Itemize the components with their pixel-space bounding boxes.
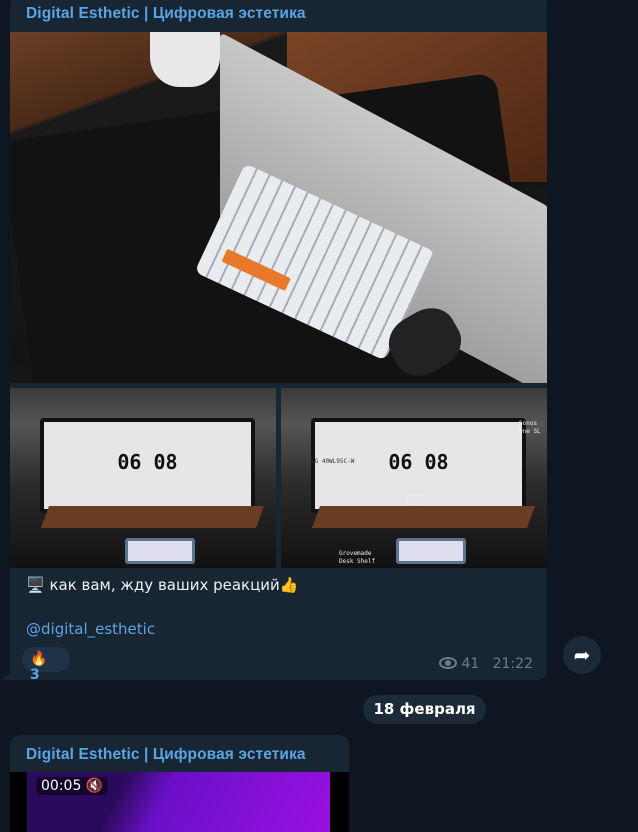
label-soundbar: Sonos Beam (407, 492, 426, 507)
eye-icon (439, 657, 458, 669)
label-shelf: Grovemade Desk Shelf (339, 550, 376, 565)
photo-keyboard[interactable] (10, 32, 547, 383)
share-button[interactable]: ➦ (563, 636, 601, 674)
message-caption: 🖥️ как вам, жду ваших реакций👍 (26, 576, 299, 594)
video-frame: 00:05 🔇 (27, 772, 330, 832)
reaction-count: 3 (30, 667, 40, 683)
video-duration: 00:05 🔇 (36, 777, 109, 795)
keyboard (396, 538, 466, 564)
video-player[interactable]: 00:05 🔇 (10, 772, 349, 832)
monitor: 06 08 (40, 418, 255, 513)
reaction-fire[interactable]: 🔥 3 (22, 647, 70, 683)
channel-title[interactable]: Digital Esthetic | Цифровая эстетика (26, 5, 306, 23)
message-bubble: Digital Esthetic | Цифровая эстетика 00:… (10, 735, 349, 832)
shelf (311, 506, 536, 528)
date-separator: 18 февраля (363, 695, 486, 724)
clock-text: 06 08 (117, 450, 178, 474)
photo-desk-setup-labeled[interactable]: 06 08 LG 40WL95C-W Sonos One SL Sonos Be… (281, 388, 547, 568)
shelf (40, 506, 265, 528)
label-speaker: Sonos One SL (519, 420, 541, 435)
label-monitor: LG 40WL95C-W (311, 458, 355, 465)
fire-icon: 🔥 (30, 651, 48, 667)
message-meta: 41 21:22 (439, 656, 533, 672)
message-time: 21:22 (492, 656, 533, 672)
channel-title[interactable]: Digital Esthetic | Цифровая эстетика (26, 746, 306, 764)
view-count: 41 (461, 656, 480, 672)
share-arrow-icon: ➦ (573, 643, 591, 667)
photo-desk-setup[interactable]: 06 08 (10, 388, 276, 568)
message-bubble: Digital Esthetic | Цифровая эстетика 06 … (3, 0, 547, 683)
plant-pot (150, 32, 220, 87)
channel-link[interactable]: @digital_esthetic (26, 620, 155, 638)
keyboard (125, 538, 195, 564)
